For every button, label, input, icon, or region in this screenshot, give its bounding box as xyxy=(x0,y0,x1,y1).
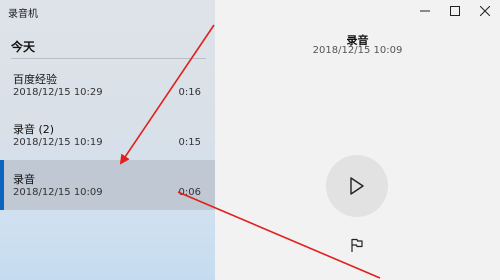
recording-date: 2018/12/15 10:29 xyxy=(13,87,103,98)
recording-duration: 0:06 xyxy=(178,187,201,198)
add-marker-button[interactable] xyxy=(349,237,365,253)
detail-date: 2018/12/15 10:09 xyxy=(312,45,403,56)
close-icon xyxy=(480,6,490,16)
section-divider xyxy=(11,58,206,59)
recording-duration: 0:16 xyxy=(178,87,201,98)
minimize-button[interactable] xyxy=(410,0,440,22)
recording-date: 2018/12/15 10:19 xyxy=(13,137,103,148)
sidebar: 录音机 今天 百度经验 2018/12/15 10:29 0:16 录音 (2)… xyxy=(0,0,215,280)
recording-name: 录音 xyxy=(13,173,35,186)
maximize-button[interactable] xyxy=(440,0,470,22)
recording-item-selected[interactable]: 录音 2018/12/15 10:09 0:06 xyxy=(0,160,215,210)
recording-item[interactable]: 录音 (2) 2018/12/15 10:19 0:15 xyxy=(0,110,215,160)
maximize-icon xyxy=(450,6,460,16)
recording-duration: 0:15 xyxy=(178,137,201,148)
flag-icon xyxy=(351,238,363,252)
recording-list: 百度经验 2018/12/15 10:29 0:16 录音 (2) 2018/1… xyxy=(0,60,215,210)
recording-name: 百度经验 xyxy=(13,73,57,86)
play-button[interactable] xyxy=(326,155,388,217)
recording-name: 录音 (2) xyxy=(13,123,55,136)
window-controls xyxy=(410,0,500,22)
app-title: 录音机 xyxy=(8,9,38,20)
recording-item[interactable]: 百度经验 2018/12/15 10:29 0:16 xyxy=(0,60,215,110)
detail-pane: 录音 2018/12/15 10:09 xyxy=(215,0,500,280)
recording-date: 2018/12/15 10:09 xyxy=(13,187,103,198)
close-button[interactable] xyxy=(470,0,500,22)
minimize-icon xyxy=(420,10,430,12)
play-icon xyxy=(350,177,364,195)
section-header-today: 今天 xyxy=(11,40,36,54)
